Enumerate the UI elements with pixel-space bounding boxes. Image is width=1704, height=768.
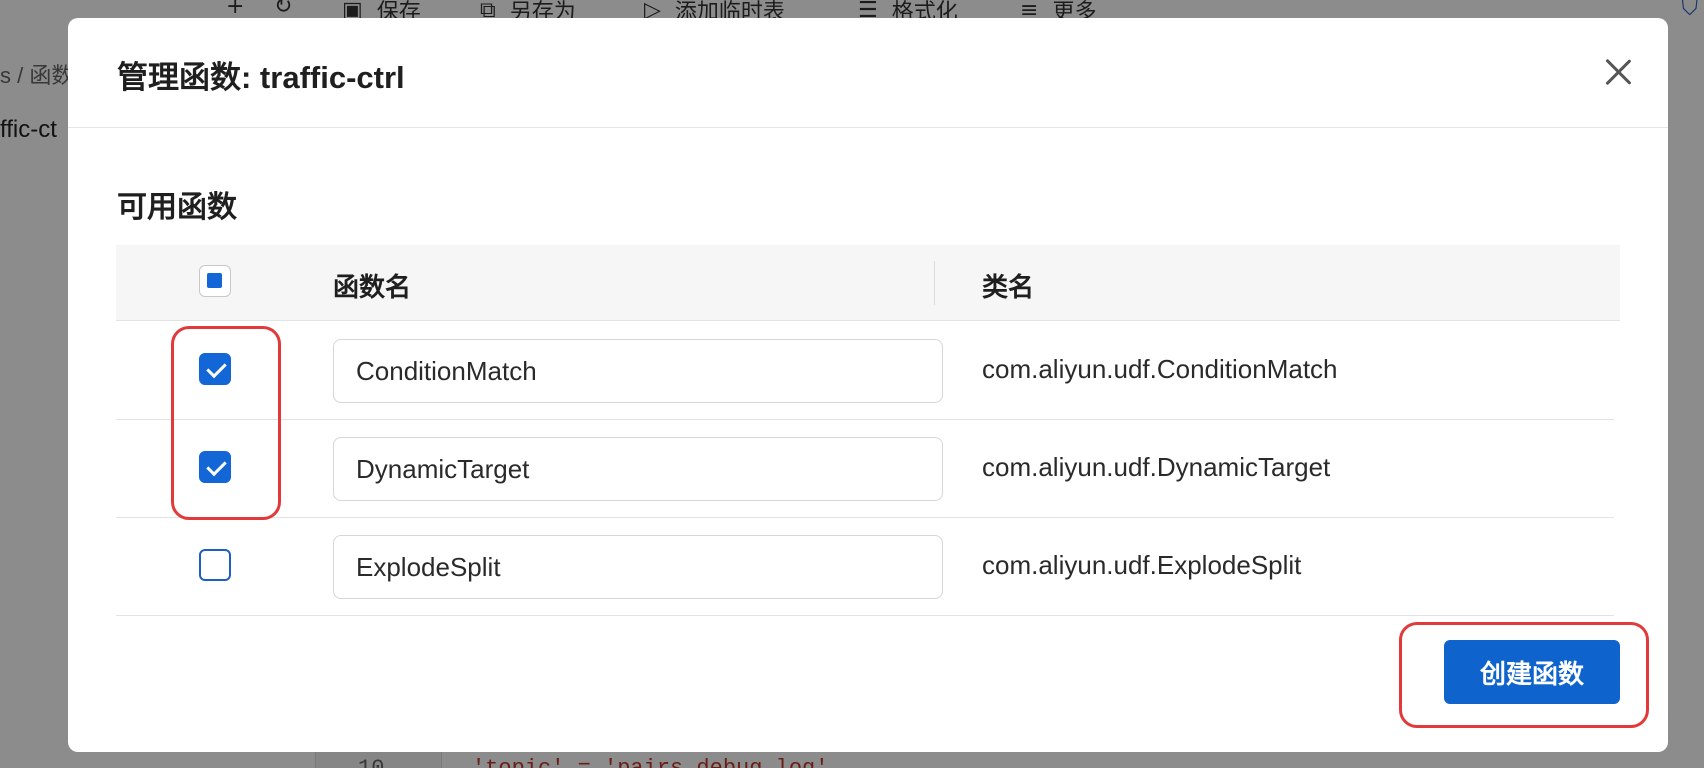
table-row: DynamicTarget com.aliyun.udf.DynamicTarg… <box>116 420 1614 518</box>
table-row: ConditionMatch com.aliyun.udf.ConditionM… <box>116 322 1614 420</box>
highlight-checked-rows <box>171 326 281 520</box>
row-checkbox[interactable] <box>199 549 231 581</box>
class-name-cell: com.aliyun.udf.DynamicTarget <box>982 452 1331 482</box>
table-header: 函数名 类名 <box>116 245 1620 321</box>
function-name-input[interactable]: ExplodeSplit <box>333 535 943 599</box>
function-name-input[interactable]: ConditionMatch <box>333 339 943 403</box>
dialog-title: 管理函数: traffic-ctrl <box>117 60 405 95</box>
class-name-cell: com.aliyun.udf.ConditionMatch <box>982 354 1338 384</box>
column-header-class: 类名 <box>982 272 1035 302</box>
section-title: 可用函数 <box>117 191 237 224</box>
column-divider <box>934 261 935 305</box>
class-name-cell: com.aliyun.udf.ExplodeSplit <box>982 550 1302 580</box>
column-header-name: 函数名 <box>333 272 412 302</box>
create-function-button[interactable]: 创建函数 <box>1444 640 1620 704</box>
table-row: ExplodeSplit com.aliyun.udf.ExplodeSplit <box>116 518 1614 616</box>
manage-functions-dialog: 管理函数: traffic-ctrl 可用函数 函数名 类名 Condition… <box>68 18 1668 752</box>
function-name-input[interactable]: DynamicTarget <box>333 437 943 501</box>
close-icon[interactable] <box>1600 54 1636 90</box>
select-all-checkbox[interactable] <box>199 265 231 297</box>
dialog-header: 管理函数: traffic-ctrl <box>68 18 1668 128</box>
